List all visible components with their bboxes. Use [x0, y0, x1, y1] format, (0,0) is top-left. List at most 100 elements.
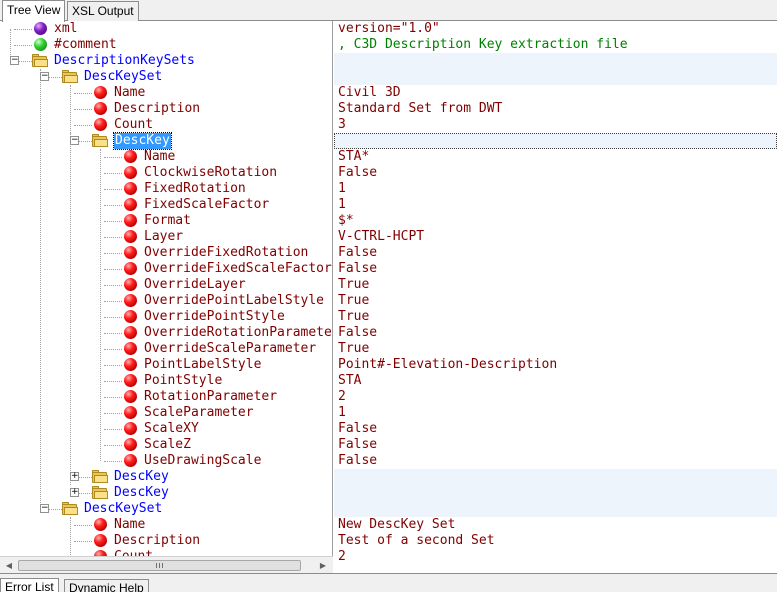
tree-node-label[interactable]: Description [114, 533, 200, 549]
node-value[interactable]: True [334, 309, 777, 325]
tab-xsl-output[interactable]: XSL Output [67, 1, 139, 21]
node-value[interactable]: $* [334, 213, 777, 229]
node-value[interactable]: version="1.0" [334, 21, 777, 37]
tree-node-label[interactable]: UseDrawingScale [144, 453, 261, 469]
node-value[interactable]: True [334, 277, 777, 293]
tree-node[interactable]: PointStyle [0, 373, 332, 389]
tree-node-label[interactable]: ScaleZ [144, 437, 191, 453]
collapse-icon[interactable]: − [40, 504, 49, 513]
tree-node[interactable]: OverrideRotationParameter [0, 325, 332, 341]
tree-node[interactable]: Count [0, 117, 332, 133]
tree-horizontal-scrollbar[interactable]: ◀ ▶ [0, 556, 333, 573]
node-value[interactable] [334, 53, 777, 69]
tree-node-label[interactable]: DescKey [113, 132, 172, 150]
tree-node-folder[interactable]: − DescKey [0, 132, 332, 150]
node-value[interactable]: False [334, 437, 777, 453]
node-value[interactable]: 2 [334, 549, 777, 565]
tree-node[interactable]: Name [0, 517, 332, 533]
tree-node-label[interactable]: xml [54, 21, 77, 37]
node-value[interactable] [334, 469, 777, 485]
tree-node[interactable]: FixedRotation [0, 181, 332, 197]
tree-node[interactable]: Name [0, 149, 332, 165]
tree-node[interactable]: OverridePointStyle [0, 309, 332, 325]
tree-node-label[interactable]: PointLabelStyle [144, 357, 261, 373]
node-value[interactable]: , C3D Description Key extraction file [334, 37, 777, 53]
node-value[interactable]: False [334, 325, 777, 341]
node-value[interactable]: STA* [334, 149, 777, 165]
tree-node-label[interactable]: OverridePointLabelStyle [144, 293, 324, 309]
tree-node[interactable]: UseDrawingScale [0, 453, 332, 469]
tree-node-label[interactable]: ClockwiseRotation [144, 165, 277, 181]
tree-node-label[interactable]: OverrideRotationParameter [144, 325, 332, 341]
tree-node[interactable]: ClockwiseRotation [0, 165, 332, 181]
node-value[interactable]: 1 [334, 405, 777, 421]
node-value[interactable]: Standard Set from DWT [334, 101, 777, 117]
node-value[interactable]: 2 [334, 389, 777, 405]
tree-node-folder[interactable]: + DescKey [0, 485, 332, 501]
tree-node-label[interactable]: ScaleXY [144, 421, 199, 437]
tree-node[interactable]: Description [0, 101, 332, 117]
tree-node-folder[interactable]: + DescKey [0, 469, 332, 485]
tree-node[interactable]: OverrideFixedRotation [0, 245, 332, 261]
node-value[interactable]: True [334, 341, 777, 357]
tree-node[interactable]: FixedScaleFactor [0, 197, 332, 213]
tree-node-folder[interactable]: − DescKeySet [0, 69, 332, 85]
tree-node-label[interactable]: OverrideLayer [144, 277, 246, 293]
tree-node-label[interactable]: DescKey [114, 469, 169, 485]
tree-node[interactable]: ScaleZ [0, 437, 332, 453]
tree-node-label[interactable]: OverrideFixedRotation [144, 245, 308, 261]
tree-node-label[interactable]: DescKeySet [84, 501, 162, 517]
tree-node-label[interactable]: DescKeySet [84, 69, 162, 85]
node-value[interactable] [334, 501, 777, 517]
node-value[interactable]: 1 [334, 181, 777, 197]
tree-node-label[interactable]: DescKey [114, 485, 169, 501]
tree-node[interactable]: RotationParameter [0, 389, 332, 405]
tree-node-label[interactable]: FixedScaleFactor [144, 197, 269, 213]
tree-node-folder[interactable]: − DescriptionKeySets [0, 53, 332, 69]
node-value[interactable] [334, 69, 777, 85]
scroll-left-icon[interactable]: ◀ [2, 559, 16, 572]
tree-node-label[interactable]: PointStyle [144, 373, 222, 389]
tree-node[interactable]: Layer [0, 229, 332, 245]
node-value[interactable]: 1 [334, 197, 777, 213]
node-value[interactable]: STA [334, 373, 777, 389]
tree-node-label[interactable]: #comment [54, 37, 117, 53]
node-value[interactable]: False [334, 165, 777, 181]
tab-error-list[interactable]: Error List [0, 578, 59, 592]
tree-node[interactable]: xml [0, 21, 332, 37]
node-value[interactable]: False [334, 245, 777, 261]
tab-dynamic-help[interactable]: Dynamic Help [64, 579, 149, 592]
tree-node[interactable]: Name [0, 85, 332, 101]
node-value[interactable]: V-CTRL-HCPT [334, 229, 777, 245]
tree-node-label[interactable]: ScaleParameter [144, 405, 254, 421]
tree-node-folder[interactable]: − DescKeySet [0, 501, 332, 517]
tree-node[interactable]: OverrideScaleParameter [0, 341, 332, 357]
tree-node[interactable]: ScaleParameter [0, 405, 332, 421]
tree-node[interactable]: OverridePointLabelStyle [0, 293, 332, 309]
tree-node-label[interactable]: OverridePointStyle [144, 309, 285, 325]
scrollbar-thumb[interactable] [18, 560, 301, 571]
tree-node-label[interactable]: RotationParameter [144, 389, 277, 405]
collapse-icon[interactable]: − [70, 136, 79, 145]
node-value[interactable] [334, 133, 777, 149]
node-value[interactable]: True [334, 293, 777, 309]
tree-node[interactable]: ScaleXY [0, 421, 332, 437]
tab-tree-view[interactable]: Tree View [2, 0, 66, 22]
node-value[interactable]: Civil 3D [334, 85, 777, 101]
tree-node[interactable]: #comment [0, 37, 332, 53]
tree-node[interactable]: OverrideFixedScaleFactor [0, 261, 332, 277]
tree-node-label[interactable]: Name [114, 85, 145, 101]
expand-icon[interactable]: + [70, 488, 79, 497]
tree-node-label[interactable]: Description [114, 101, 200, 117]
node-value[interactable]: Point#-Elevation-Description [334, 357, 777, 373]
tree-node[interactable]: OverrideLayer [0, 277, 332, 293]
tree-node[interactable]: PointLabelStyle [0, 357, 332, 373]
node-value[interactable]: False [334, 453, 777, 469]
collapse-icon[interactable]: − [10, 56, 19, 65]
tree-node[interactable]: Format [0, 213, 332, 229]
node-value[interactable]: False [334, 261, 777, 277]
tree-node-label[interactable]: Count [114, 117, 153, 133]
tree-node[interactable]: Description [0, 533, 332, 549]
tree-node-label[interactable]: OverrideScaleParameter [144, 341, 316, 357]
node-value[interactable]: 3 [334, 117, 777, 133]
